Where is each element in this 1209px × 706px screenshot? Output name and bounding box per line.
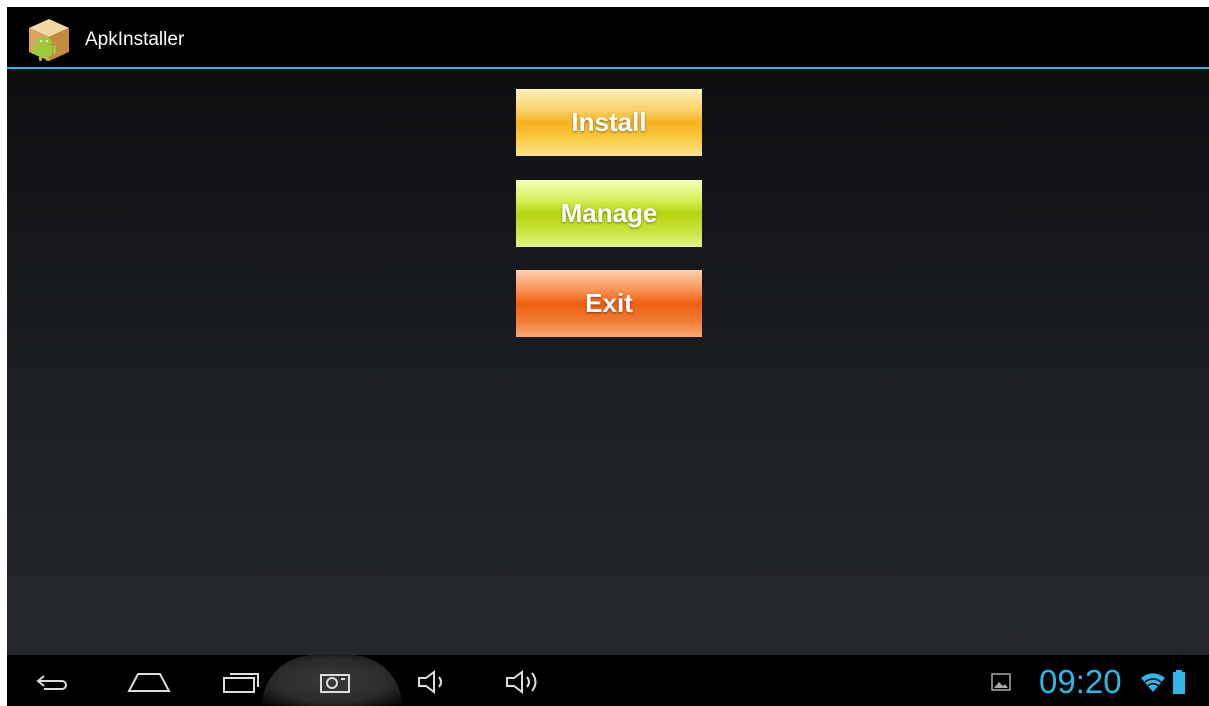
exit-button[interactable]: Exit	[516, 270, 702, 337]
volume-down-icon[interactable]	[413, 667, 451, 697]
action-bar: ApkInstaller	[7, 7, 1209, 69]
apk-installer-app-icon	[27, 17, 71, 63]
gallery-notification-icon[interactable]	[989, 667, 1013, 697]
status-clock: 09:20	[1039, 663, 1122, 700]
battery-icon	[1171, 667, 1187, 697]
home-icon[interactable]	[125, 667, 173, 697]
screenshot-icon[interactable]	[316, 667, 354, 697]
app-title: ApkInstaller	[85, 29, 185, 50]
back-icon[interactable]	[35, 667, 71, 697]
recent-apps-icon[interactable]	[219, 667, 263, 697]
volume-up-icon[interactable]	[501, 667, 545, 697]
main-content: Install Manage Exit	[7, 69, 1209, 655]
manage-button[interactable]: Manage	[516, 180, 702, 247]
system-navigation-bar: 09:20	[7, 655, 1209, 706]
install-button[interactable]: Install	[516, 89, 702, 156]
device-screen: ApkInstaller Install Manage Exit 09:20	[7, 7, 1209, 706]
wifi-icon	[1139, 667, 1167, 697]
